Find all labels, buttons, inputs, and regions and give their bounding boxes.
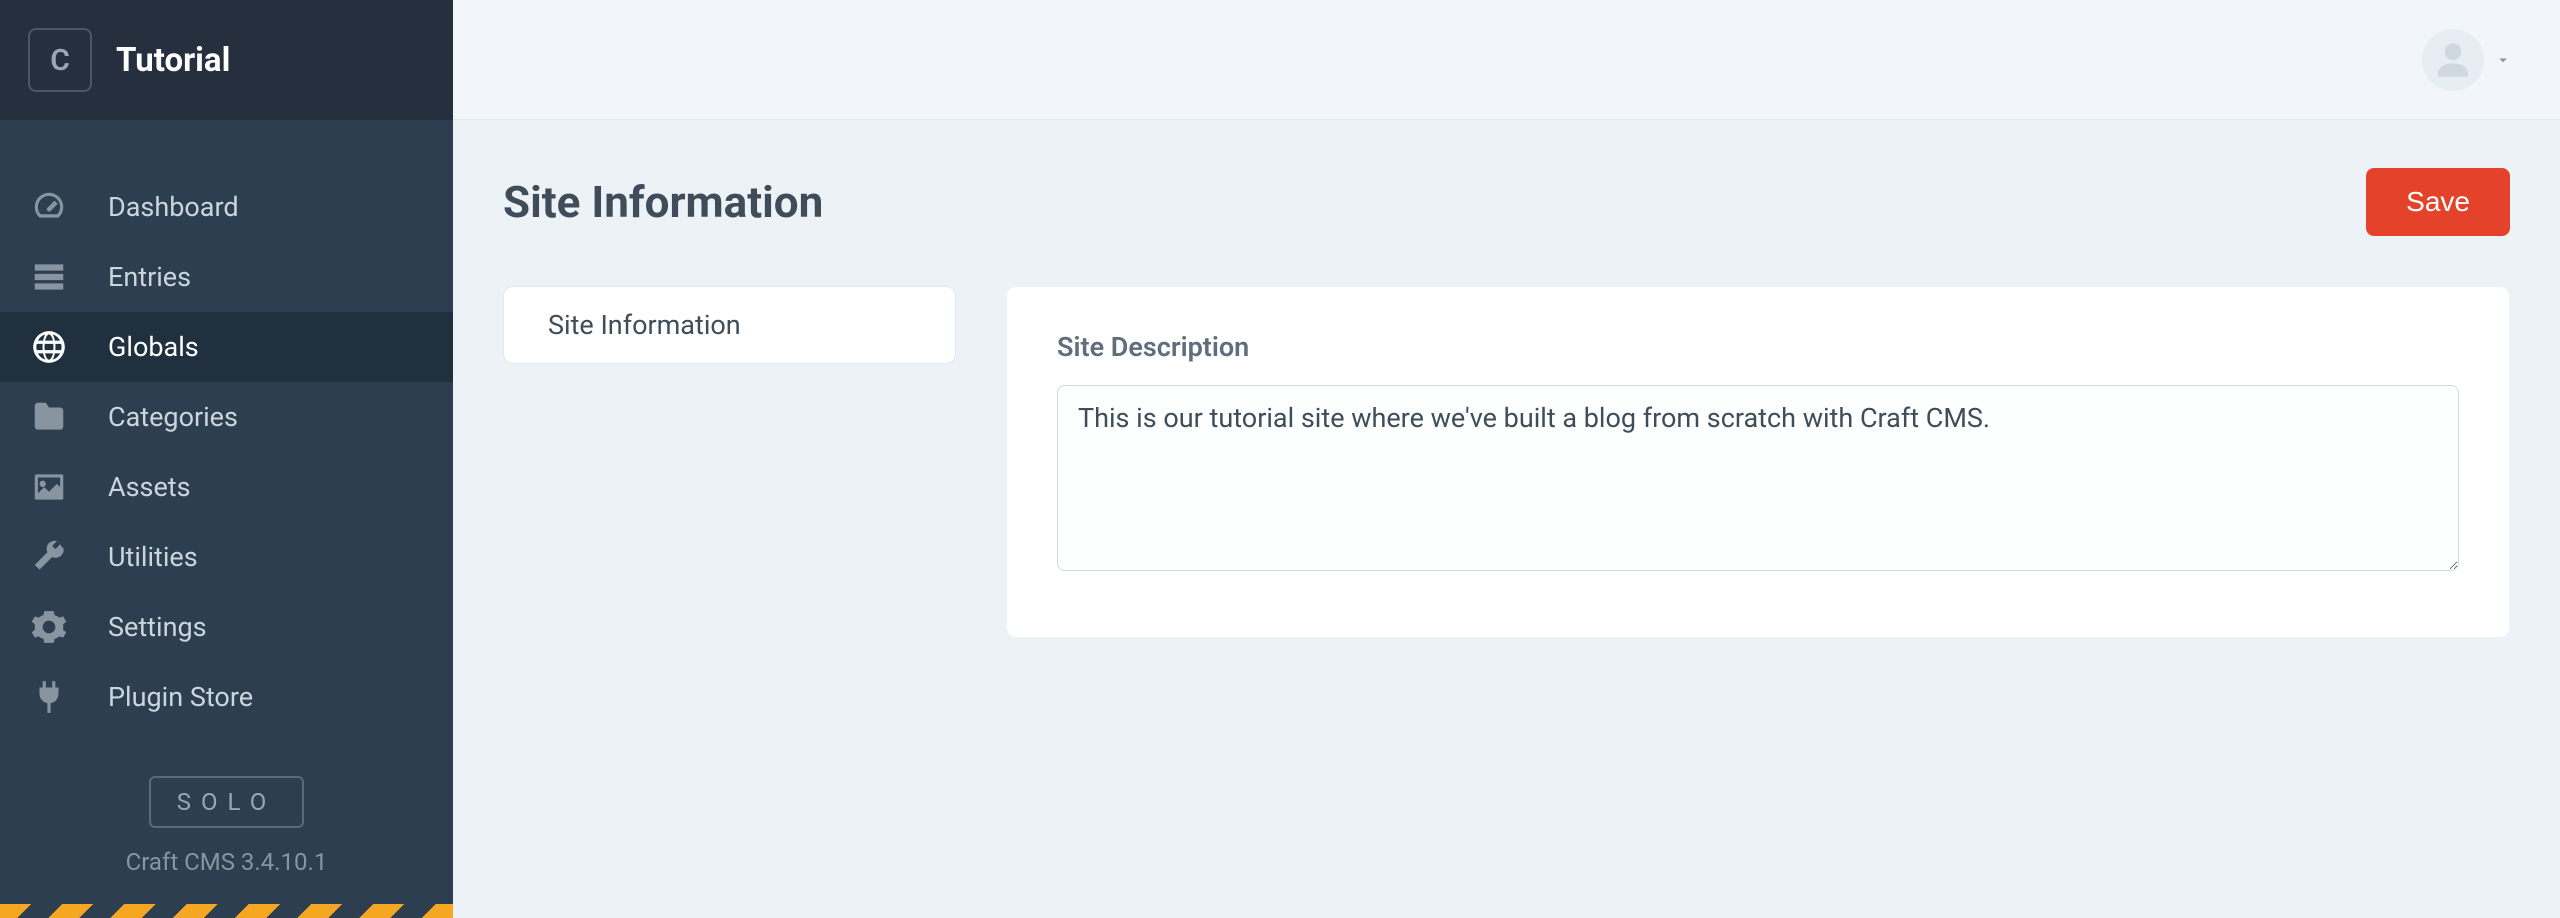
nav-label: Globals — [108, 331, 199, 363]
content: Site Information Save Site Information S… — [453, 120, 2560, 638]
entries-icon — [30, 258, 68, 296]
wrench-icon — [30, 538, 68, 576]
folder-icon — [30, 398, 68, 436]
site-name: Tutorial — [116, 41, 230, 80]
tab-site-information[interactable]: Site Information — [503, 286, 956, 364]
dashboard-icon — [30, 188, 68, 226]
user-menu[interactable] — [2422, 29, 2512, 91]
content-body: Site Information Site Description — [503, 286, 2510, 638]
nav-item-categories[interactable]: Categories — [0, 382, 453, 452]
field-label-site-description: Site Description — [1057, 331, 2459, 363]
primary-nav: Dashboard Entries Globals Categories Ass… — [0, 120, 453, 732]
app-root: C Tutorial Dashboard Entries Globals Cat… — [0, 0, 2560, 918]
page-title: Site Information — [503, 176, 823, 228]
avatar — [2422, 29, 2484, 91]
nav-item-plugin-store[interactable]: Plugin Store — [0, 662, 453, 732]
site-logo: C — [28, 28, 92, 92]
fields-panel: Site Description — [1006, 286, 2510, 638]
nav-item-globals[interactable]: Globals — [0, 312, 453, 382]
nav-label: Dashboard — [108, 191, 239, 223]
nav-label: Settings — [108, 611, 207, 643]
site-description-input[interactable] — [1057, 385, 2459, 571]
sidebar-footer: SOLO Craft CMS 3.4.10.1 — [0, 776, 453, 876]
sidebar: C Tutorial Dashboard Entries Globals Cat… — [0, 0, 453, 918]
edition-badge[interactable]: SOLO — [149, 776, 304, 828]
chevron-down-icon — [2494, 51, 2512, 69]
sidebar-header[interactable]: C Tutorial — [0, 0, 453, 120]
nav-label: Assets — [108, 471, 191, 503]
nav-item-assets[interactable]: Assets — [0, 452, 453, 522]
image-icon — [30, 468, 68, 506]
nav-item-entries[interactable]: Entries — [0, 242, 453, 312]
topbar — [453, 0, 2560, 120]
nav-label: Plugin Store — [108, 681, 253, 713]
cms-version: Craft CMS 3.4.10.1 — [0, 848, 453, 876]
user-icon — [2433, 40, 2473, 80]
globe-icon — [30, 328, 68, 366]
tabs-pane: Site Information — [503, 286, 956, 638]
dev-mode-stripe — [0, 904, 453, 918]
content-header: Site Information Save — [503, 168, 2510, 236]
nav-item-utilities[interactable]: Utilities — [0, 522, 453, 592]
nav-label: Entries — [108, 261, 191, 293]
plug-icon — [30, 678, 68, 716]
nav-label: Categories — [108, 401, 238, 433]
site-logo-letter: C — [50, 43, 70, 78]
gear-icon — [30, 608, 68, 646]
nav-label: Utilities — [108, 541, 198, 573]
nav-item-dashboard[interactable]: Dashboard — [0, 172, 453, 242]
save-button[interactable]: Save — [2366, 168, 2510, 236]
nav-item-settings[interactable]: Settings — [0, 592, 453, 662]
main: Site Information Save Site Information S… — [453, 0, 2560, 918]
